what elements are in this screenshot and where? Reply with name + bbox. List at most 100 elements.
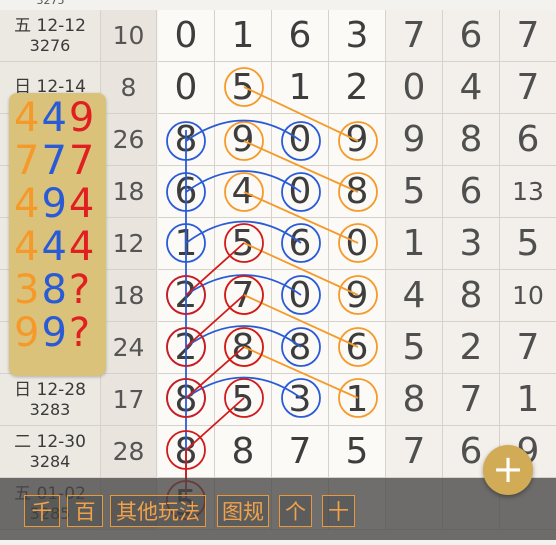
stat-cell: 4: [386, 270, 443, 322]
digit-cell: 8: [329, 166, 386, 218]
digit-cell: 5: [215, 62, 272, 114]
sum-cell: 28: [101, 426, 157, 478]
other-play-button[interactable]: 其他玩法: [110, 495, 206, 527]
digit-cell: 0: [329, 218, 386, 270]
digit-cell: 3: [329, 10, 386, 62]
digit-cell: 0: [158, 62, 215, 114]
stat-cell: 13: [500, 166, 556, 218]
prediction-line: 777: [14, 136, 106, 184]
digit-cell: 0: [272, 270, 329, 322]
digit-cell: 4: [215, 166, 272, 218]
stat-cell: 7: [500, 62, 556, 114]
digit-cell: 6: [329, 322, 386, 374]
digit-cell: 6: [158, 166, 215, 218]
digit-cell: 1: [215, 10, 272, 62]
digit-cell: 5: [215, 218, 272, 270]
stat-cell: 7: [443, 374, 500, 426]
stat-cell: 6: [500, 114, 556, 166]
digit-cell: 1: [158, 218, 215, 270]
digit-cell: 7: [272, 426, 329, 478]
stat-cell: 5: [386, 322, 443, 374]
units-button[interactable]: 个: [279, 495, 312, 527]
digit-cell: 9: [329, 270, 386, 322]
digit-cell: 8: [158, 114, 215, 166]
prediction-digit: 3: [14, 267, 42, 313]
stat-cell: 3: [443, 218, 500, 270]
prediction-digit: 7: [14, 138, 42, 184]
digit-cell: 6: [272, 10, 329, 62]
prediction-line: 494: [14, 179, 106, 227]
digit-cell: 6: [272, 218, 329, 270]
digit-cell: 2: [329, 62, 386, 114]
draw-date: 五 12-12: [14, 15, 86, 36]
add-fab-button[interactable]: +: [483, 445, 533, 495]
prediction-digit: 9: [41, 181, 69, 227]
stat-cell: 8: [386, 374, 443, 426]
thousands-button[interactable]: 千: [24, 495, 60, 527]
stat-cell: 5: [386, 166, 443, 218]
digit-cell: 2: [158, 322, 215, 374]
stat-cell: 9: [386, 114, 443, 166]
digit-cell: 1: [329, 374, 386, 426]
digit-cell: 9: [215, 114, 272, 166]
issue-number: 3276: [29, 35, 71, 55]
stat-cell: 1: [500, 374, 556, 426]
prediction-digit: 4: [14, 181, 42, 227]
draw-date: 二 12-30: [14, 431, 86, 452]
prediction-digit: 4: [68, 181, 97, 227]
digit-cell: 8: [158, 426, 215, 478]
stat-cell: 6: [443, 166, 500, 218]
tens-button[interactable]: 十: [322, 495, 355, 527]
date-cell: 二 12-30 3284: [0, 426, 101, 478]
draw-date: 日 12-28: [14, 379, 86, 400]
prediction-digit: 7: [41, 138, 69, 184]
prediction-digit: 4: [41, 224, 69, 270]
stat-cell: 10: [500, 270, 556, 322]
chart-rules-button[interactable]: 图规: [217, 495, 269, 527]
digit-cell: 8: [215, 322, 272, 374]
sum-cell: 17: [101, 374, 157, 426]
prediction-digit: ?: [68, 310, 93, 356]
sum-cell: 24: [101, 322, 157, 374]
digit-cell: 7: [215, 270, 272, 322]
issue-number: 3284: [29, 451, 71, 471]
date-cell: 日 12-28 3283: [0, 374, 101, 426]
issue-number: 3283: [29, 399, 71, 419]
sum-cell: 8: [101, 62, 157, 114]
stat-cell: 0: [386, 62, 443, 114]
digit-cell: 5: [329, 426, 386, 478]
sum-cell: 18: [101, 166, 157, 218]
digit-cell: 8: [158, 374, 215, 426]
digit-cell: 5: [215, 374, 272, 426]
hundreds-button[interactable]: 百: [67, 495, 103, 527]
digit-cell: 8: [215, 426, 272, 478]
prediction-line: 444: [14, 222, 106, 270]
stat-cell: 4: [443, 62, 500, 114]
prediction-digit: 4: [14, 95, 42, 141]
digit-cell: 0: [272, 114, 329, 166]
stat-cell: 6: [443, 10, 500, 62]
digit-cell: 1: [272, 62, 329, 114]
digit-cell: 0: [158, 10, 215, 62]
sum-cell: 26: [101, 114, 157, 166]
stat-cell: 5: [500, 218, 556, 270]
cut-issue-number: 3275: [36, 0, 65, 7]
stat-cell: 7: [500, 322, 556, 374]
prediction-digit: 9: [41, 310, 69, 356]
stat-cell: 8: [443, 114, 500, 166]
prediction-digit: 7: [68, 138, 97, 184]
sum-cell: 18: [101, 270, 157, 322]
date-cell: 五 12-12 3276: [0, 10, 101, 62]
digit-cell: 2: [158, 270, 215, 322]
prediction-digit: 9: [68, 95, 97, 141]
table-row: 日 12-28 3283 17 8 5 3 1 8 7 1: [0, 374, 556, 426]
prediction-digit: 4: [14, 224, 42, 270]
stat-cell: 8: [443, 270, 500, 322]
prediction-digit: 8: [41, 267, 69, 313]
stat-cell: 7: [386, 10, 443, 62]
stat-cell: 1: [386, 218, 443, 270]
stat-cell: 7: [386, 426, 443, 478]
digit-cell: 0: [272, 166, 329, 218]
digit-cell: 9: [329, 114, 386, 166]
prediction-panel: 449 777 494 444 38? 99?: [9, 93, 106, 376]
